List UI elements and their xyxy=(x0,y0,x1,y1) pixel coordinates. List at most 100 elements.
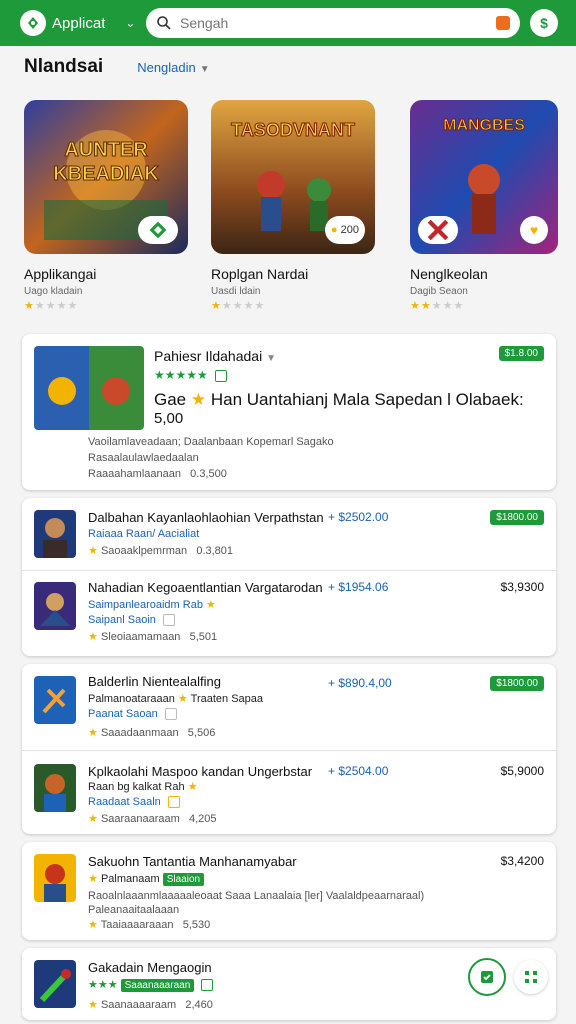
row-title: Gakadain Mengaogin xyxy=(88,960,212,975)
row-total: $3,4200 xyxy=(500,854,544,868)
tag-badge-icon xyxy=(162,614,175,627)
section-filter-dropdown[interactable]: Nengladin ▼ xyxy=(137,60,209,75)
promo-headline-text: Han Uantahianj Mala Sapedan l Olabaek: xyxy=(210,390,524,409)
game-icon-image xyxy=(34,676,76,724)
featured-title: Applikangai xyxy=(24,266,97,282)
close-icon[interactable] xyxy=(418,216,458,244)
tag-badge-icon xyxy=(167,796,180,809)
section-title: Nlandsai xyxy=(24,56,104,77)
meta-label: Sleoiaamamaan xyxy=(100,631,181,643)
search-bar[interactable] xyxy=(146,8,520,38)
meta-count: 0.3,801 xyxy=(196,545,234,557)
heart-icon: ♥ xyxy=(529,222,539,238)
row-chip: Slaaion xyxy=(162,873,205,886)
rating-stars: ★★★★★ xyxy=(410,300,465,312)
game-icon-image xyxy=(34,854,76,902)
x-icon xyxy=(427,219,449,241)
row-tag[interactable]: Paanat Saoan xyxy=(88,708,177,721)
star-icon: ★ xyxy=(88,727,98,739)
promo-headline-prefix: Gae xyxy=(154,390,187,409)
meta-count: 0.3,500 xyxy=(190,468,227,480)
promo-meta: Raaaahamlaanaan 0.3,500 xyxy=(88,468,227,480)
row-tag: Saipanl Saoin xyxy=(88,614,175,627)
featured-subtitle: Dagib Seaon xyxy=(410,286,468,297)
game-icon-image xyxy=(34,960,76,1008)
bookmark-icon xyxy=(481,971,493,983)
tag-badge-icon xyxy=(164,708,177,721)
promo-card[interactable]: Pahiesr Ildahadai ▼ $1.8.00 ★★★★★ Gae ★ … xyxy=(22,334,556,490)
meta-count: 4,205 xyxy=(189,813,217,825)
add-to-cart-button[interactable] xyxy=(138,216,178,244)
game-icon-image xyxy=(34,764,76,812)
search-input[interactable] xyxy=(180,15,470,31)
row-total: $5,9000 xyxy=(500,764,544,778)
featured-card[interactable]: MANGBES ♥ Nenglkeolan Dagib Seaon ★★★★★ xyxy=(410,100,558,312)
price-badge[interactable]: $1800.00 xyxy=(490,676,544,691)
promo-headline: Gae ★ Han Uantahianj Mala Sapedan l Olab… xyxy=(154,390,524,410)
search-icon xyxy=(157,16,171,30)
promo-title-text: Pahiesr Ildahadai xyxy=(154,348,263,364)
section-header: Nlandsai Nengladin ▼ xyxy=(24,56,210,78)
app-logo-icon xyxy=(20,10,46,36)
star-icon: ★ xyxy=(88,873,98,885)
star-icon: ★ xyxy=(88,919,98,931)
row-tag-text: Raadaat Saaln xyxy=(88,796,161,808)
rating-stars: ★★★★★ xyxy=(211,300,266,312)
listing-card[interactable]: Sakuohn Tantantia Manhanamyabar $3,4200 … xyxy=(22,842,556,940)
row-price: + $890.4,00 xyxy=(328,676,392,690)
price-badge[interactable]: $1.8.00 xyxy=(498,346,544,361)
row-total: $3,9300 xyxy=(500,580,544,594)
row-subtitle-extra: Traaten Sapaa xyxy=(190,693,264,705)
link-icon xyxy=(149,221,167,239)
promo-title: Pahiesr Ildahadai ▼ xyxy=(154,348,276,364)
row-subtitle: Raan bg kalkat Rah ★ xyxy=(88,780,198,793)
featured-art: MANGBES ♥ xyxy=(410,100,558,254)
meta-label: Raaaahamlaanaan xyxy=(88,468,181,480)
app-switcher[interactable]: Applicat ⌄ xyxy=(20,10,135,36)
rating-stars: ★★★★★ xyxy=(24,300,79,312)
price-badge[interactable]: $1800.00 xyxy=(490,510,544,525)
meta-count: 2,460 xyxy=(185,999,213,1011)
row-thumbnail xyxy=(34,764,76,812)
featured-title: Nenglkeolan xyxy=(410,266,488,282)
featured-card[interactable]: AUNTER KBEADIAK Applikangai Uago kladain… xyxy=(24,100,188,312)
promo-headline-value: 5,00 xyxy=(154,410,184,427)
art-title-line: MANGBES xyxy=(443,117,525,134)
row-tag[interactable]: Raadaat Saaln xyxy=(88,796,180,809)
save-fab-button[interactable] xyxy=(468,958,506,996)
listing-row[interactable]: Kplkaolahi Maspoo kandan Ungerbstar + $2… xyxy=(22,750,556,834)
row-subtitle-text: Palmanoataraaan xyxy=(88,693,175,705)
star-icon: ★ xyxy=(190,390,207,409)
search-filter-icon[interactable] xyxy=(496,16,510,30)
art-title-line: TASODVNANT xyxy=(231,120,355,140)
row-price: + $2504.00 xyxy=(328,764,389,778)
grid-icon xyxy=(525,971,537,983)
featured-title: Roplgan Nardai xyxy=(211,266,309,282)
row-price: + $1954.06 xyxy=(328,580,389,594)
row-subtitle[interactable]: Saimpanlearoaidm Rab ★ xyxy=(88,598,216,611)
featured-card[interactable]: TASODVNANT ● 200 Roplgan Nardai Uasdi ld… xyxy=(211,100,375,312)
featured-art: TASODVNANT ● 200 xyxy=(211,100,375,254)
art-title-line: AUNTER xyxy=(64,139,148,161)
row-meta: ★ Sleoiaamamaan 5,501 xyxy=(88,630,217,643)
row-chip: Saaanaaaraan xyxy=(120,979,195,992)
listing-row[interactable]: Balderlin Nientealalfing + $890.4,00 $18… xyxy=(22,664,556,750)
row-thumbnail xyxy=(34,854,76,902)
game-icon-image xyxy=(34,582,76,630)
listing-row[interactable]: Dalbahan Kayanlaohlaohian Verpathstan + … xyxy=(22,498,556,576)
row-subtitle[interactable]: Raiaaa Raan/ Aacialiat xyxy=(88,528,199,540)
account-button[interactable]: $ xyxy=(530,9,558,37)
meta-label: Saaadaanmaan xyxy=(100,727,179,739)
price-chip[interactable]: ● 200 xyxy=(324,216,365,244)
row-title: Kplkaolahi Maspoo kandan Ungerbstar xyxy=(88,764,313,779)
star-icon: ★ xyxy=(187,781,198,793)
grid-menu-button[interactable] xyxy=(514,960,548,994)
row-tag-text: Paanat Saoan xyxy=(88,708,158,720)
meta-count: 5,530 xyxy=(182,919,211,931)
star-icon: ★ xyxy=(88,999,98,1011)
meta-label: Saoaaklpemrman xyxy=(100,545,188,557)
favorite-button[interactable]: ♥ xyxy=(520,216,548,244)
listing-row[interactable]: Nahadian Kegoaentlantian Vargatarodan + … xyxy=(22,570,556,656)
row-subtitle-text: Raan bg kalkat Rah xyxy=(88,781,185,793)
avatar-image xyxy=(34,510,76,558)
